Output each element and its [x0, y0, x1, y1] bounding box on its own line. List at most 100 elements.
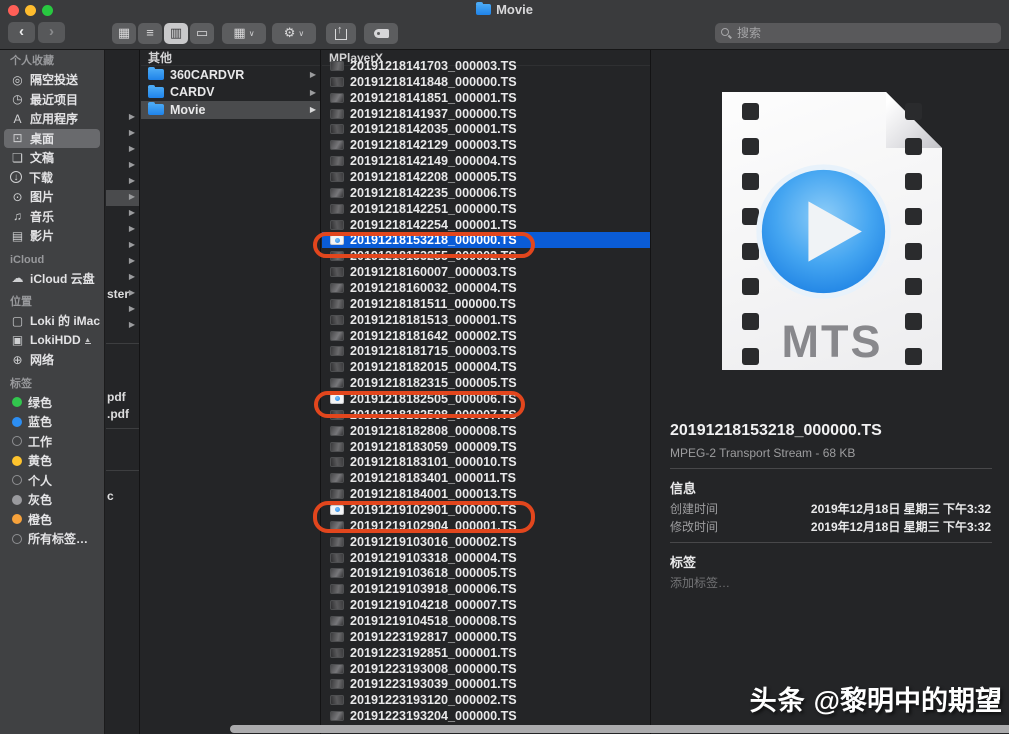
file-row[interactable]: 20191218184001_000013.TS [322, 486, 650, 502]
file-row[interactable]: 20191219103618_000005.TS [322, 566, 650, 582]
file-row[interactable]: 20191218142149_000004.TS [322, 153, 650, 169]
file-row[interactable]: 20191223192817_000000.TS [322, 629, 650, 645]
file-row[interactable]: 20191218182808_000008.TS [322, 423, 650, 439]
sidebar-item[interactable]: ⊙图片 [4, 187, 100, 207]
sidebar-item[interactable]: ◷最近项目 [4, 90, 100, 110]
film-hole [905, 278, 922, 295]
sidebar-item[interactable]: ▤影片 [4, 226, 100, 246]
video-thumbnail-icon [330, 632, 344, 642]
sidebar-item[interactable]: ❏文稿 [4, 148, 100, 168]
video-thumbnail-icon [330, 362, 344, 372]
gallery-view-button[interactable]: ▭ [190, 23, 214, 44]
file-row[interactable]: 20191219104218_000007.TS [322, 597, 650, 613]
file-row[interactable]: 20191218160032_000004.TS [322, 280, 650, 296]
file-row[interactable]: 20191218142129_000003.TS [322, 137, 650, 153]
tag-color-dot [12, 475, 22, 485]
tags-button[interactable] [364, 23, 398, 44]
sidebar-item-label: 黄色 [28, 452, 52, 469]
file-row[interactable]: 20191223193120_000002.TS [322, 692, 650, 708]
sidebar-item[interactable]: 个人 [4, 471, 100, 491]
desktop-icon: ⊡ [10, 131, 25, 145]
sidebar-item[interactable]: ▣LokiHDD▴ [4, 331, 100, 351]
forward-button[interactable]: › [38, 22, 65, 43]
sidebar: 个人收藏◎隔空投送◷最近项目A应用程序⊡桌面❏文稿↓下载⊙图片♫音乐▤影片iCl… [0, 50, 105, 734]
sidebar-item[interactable]: ↓下载 [4, 168, 100, 188]
preview-pane: MTS 20191218153218_000000.TS MPEG-2 Tran… [652, 50, 1009, 734]
share-button[interactable] [326, 23, 356, 44]
list-view-button[interactable]: ≡ [138, 23, 162, 44]
file-name: 20191218141848_000000.TS [350, 75, 517, 89]
sidebar-item[interactable]: ⊕网络 [4, 350, 100, 370]
file-row[interactable]: 20191218183101_000010.TS [322, 454, 650, 470]
sidebar-item[interactable]: 蓝色 [4, 412, 100, 432]
column-view-button[interactable]: ▥ [164, 23, 188, 44]
back-button[interactable]: ‹ [8, 22, 35, 43]
tag-color-dot [12, 514, 22, 524]
video-thumbnail-icon [330, 584, 344, 594]
file-row[interactable]: 20191219103318_000004.TS [322, 550, 650, 566]
file-row[interactable]: 20191218183401_000011.TS [322, 470, 650, 486]
add-tags-field[interactable]: 添加标签… [670, 574, 730, 591]
file-row[interactable]: 20191218141848_000000.TS [322, 74, 650, 90]
eject-icon[interactable]: ▴ [85, 336, 91, 344]
movies-icon: ▤ [10, 229, 25, 243]
file-row[interactable]: 20191223192851_000001.TS [322, 645, 650, 661]
sidebar-item[interactable]: 灰色 [4, 490, 100, 510]
sidebar-item[interactable]: ♫音乐 [4, 207, 100, 227]
file-row[interactable]: 20191219104518_000008.TS [322, 613, 650, 629]
file-row[interactable]: 20191218182315_000005.TS [322, 375, 650, 391]
file-row[interactable]: 20191223193008_000000.TS [322, 661, 650, 677]
file-row[interactable]: 20191223193039_000001.TS [322, 677, 650, 693]
file-row[interactable]: 20191218142035_000001.TS [322, 121, 650, 137]
sidebar-item[interactable]: 橙色 [4, 510, 100, 530]
file-row[interactable]: 20191218142208_000005.TS [322, 169, 650, 185]
file-row[interactable]: 20191223193204_000000.TS [322, 708, 650, 724]
action-menu-button[interactable]: ⚙∨ [272, 23, 316, 44]
file-row[interactable]: 20191218181715_000003.TS [322, 343, 650, 359]
video-thumbnail-icon [330, 616, 344, 626]
file-row[interactable]: 20191219103918_000006.TS [322, 581, 650, 597]
file-row[interactable]: 20191218183059_000009.TS [322, 439, 650, 455]
file-row[interactable]: 20191218142254_000001.TS [322, 217, 650, 233]
file-row[interactable]: 20191219103016_000002.TS [322, 534, 650, 550]
search-input[interactable]: 搜索 [715, 23, 1001, 43]
file-row[interactable]: 20191218141937_000000.TS [322, 106, 650, 122]
disclosure-arrow-icon: ▶ [129, 112, 135, 121]
file-row[interactable]: 20191218142251_000000.TS [322, 201, 650, 217]
file-row[interactable]: 20191218181513_000001.TS [322, 312, 650, 328]
folder-row[interactable]: Movie▶ [141, 101, 320, 119]
file-row[interactable]: 20191218182015_000004.TS [322, 359, 650, 375]
file-row[interactable]: 20191218181642_000002.TS [322, 328, 650, 344]
sidebar-item[interactable]: 所有标签… [4, 529, 100, 549]
file-name: 20191218142149_000004.TS [350, 154, 517, 168]
clipped-column[interactable]: ▶▶▶▶▶▶▶▶▶▶▶▶▶▶sterpdf.pdfc [106, 50, 140, 734]
sidebar-item[interactable]: ☁iCloud 云盘 [4, 269, 100, 289]
file-row[interactable]: 20191218181511_000000.TS [322, 296, 650, 312]
sidebar-item[interactable]: 黄色 [4, 451, 100, 471]
film-hole [905, 138, 922, 155]
file-row[interactable]: 20191218142235_000006.TS [322, 185, 650, 201]
sidebar-item[interactable]: ◎隔空投送 [4, 70, 100, 90]
folder-row[interactable]: CARDV▶ [141, 84, 320, 102]
file-row[interactable]: 20191218160007_000003.TS [322, 264, 650, 280]
file-name: 20191219103016_000002.TS [350, 535, 517, 549]
file-row[interactable]: 20191218141851_000001.TS [322, 90, 650, 106]
video-thumbnail-icon [330, 442, 344, 452]
sidebar-item[interactable]: 绿色 [4, 393, 100, 413]
video-thumbnail-icon [330, 140, 344, 150]
file-row[interactable]: 20191218141703_000003.TS [322, 58, 650, 74]
sidebar-item-label: 下载 [29, 169, 53, 186]
film-hole [905, 208, 922, 225]
sidebar-item[interactable]: 工作 [4, 432, 100, 452]
disclosure-arrow-icon: ▶ [310, 70, 316, 79]
watermark-brand: 头条 [750, 686, 806, 716]
sidebar-item[interactable]: A应用程序 [4, 109, 100, 129]
sidebar-item[interactable]: ▢Loki 的 iMac [4, 311, 100, 331]
folder-row[interactable]: 360CARDVR▶ [141, 66, 320, 84]
icon-view-button[interactable]: ▦ [112, 23, 136, 44]
horizontal-scrollbar[interactable] [230, 725, 1009, 733]
group-by-button[interactable]: ▦∨ [222, 23, 266, 44]
film-hole [905, 243, 922, 260]
file-name: 20191218182015_000004.TS [350, 360, 517, 374]
sidebar-item[interactable]: ⊡桌面 [4, 129, 100, 149]
